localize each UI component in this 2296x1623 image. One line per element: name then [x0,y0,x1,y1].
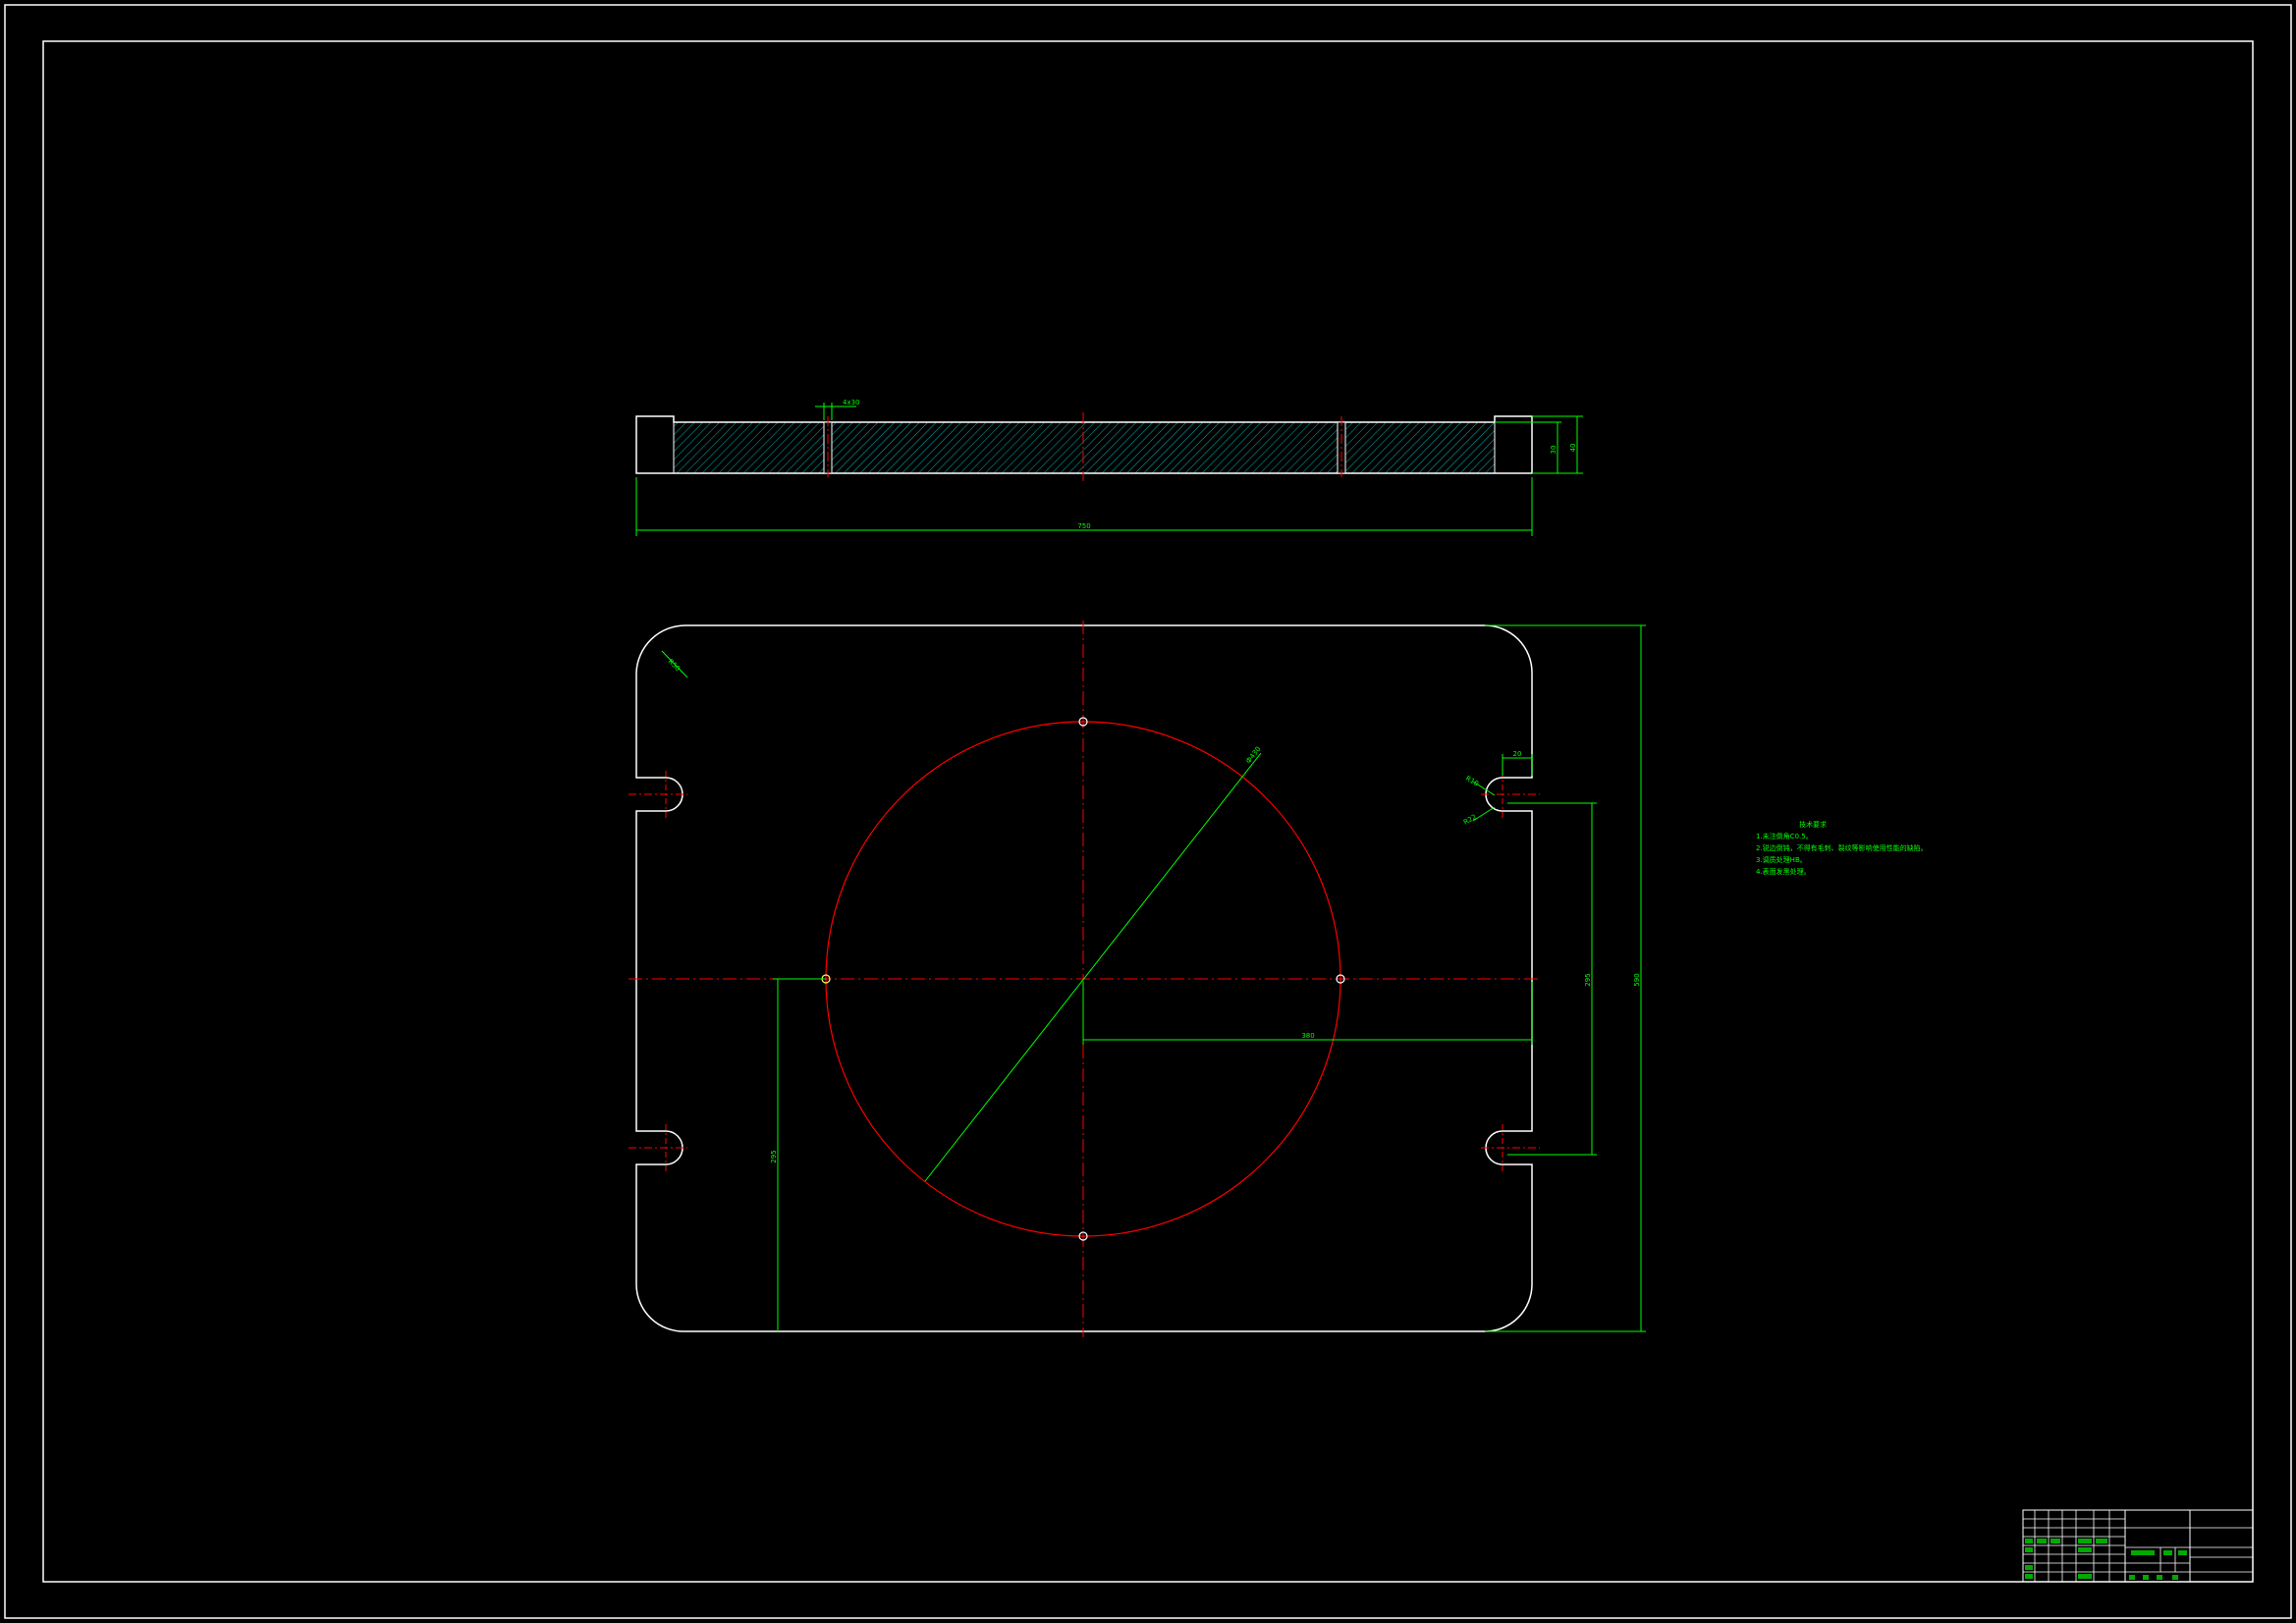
title-block [2022,1509,2254,1583]
notes-line-4: 4.表面发黑处理。 [1756,867,1811,876]
notes-title: 技术要求 [1799,820,1827,829]
technical-notes: 技术要求 1.未注倒角C0.5。 2.锐边倒钝，不得有毛刺、裂纹等影响使用性能的… [1756,820,1928,876]
dim-slot-depth: R22 [1462,813,1478,827]
dim-circle-diameter-line [924,752,1262,1182]
dim-hole-offset-x: 380 [1301,1032,1314,1040]
cad-drawing: 750 40 30 4x30 Ф430 R50 590 295 295 380 … [4,4,2292,1619]
dim-groove: 4x30 [843,399,860,406]
dim-plan-height: 590 [1633,973,1641,986]
section-hatch [674,422,1495,473]
plan-view: Ф430 R50 590 295 295 380 20 R10 R22 [629,621,1646,1337]
dim-side-width: 750 [1077,522,1090,530]
dim-hole-offset-y: 295 [770,1150,778,1163]
dim-slot-radius: R10 [1464,775,1480,788]
dim-slot-spacing: 295 [1584,973,1592,986]
notes-line-1: 1.未注倒角C0.5。 [1756,832,1813,840]
dim-slot-width: 20 [1513,750,1522,758]
inner-frame [42,40,2254,1583]
dim-corner-radius: R50 [667,658,682,673]
side-view: 750 40 30 4x30 [635,399,1583,536]
dim-side-height-total: 40 [1569,444,1577,453]
notes-line-2: 2.锐边倒钝，不得有毛刺、裂纹等影响使用性能的缺陷。 [1756,843,1928,852]
outer-border [4,4,2292,1619]
notes-line-3: 3.调质处理HB。 [1756,855,1807,864]
dim-side-height-inner: 30 [1550,446,1558,455]
